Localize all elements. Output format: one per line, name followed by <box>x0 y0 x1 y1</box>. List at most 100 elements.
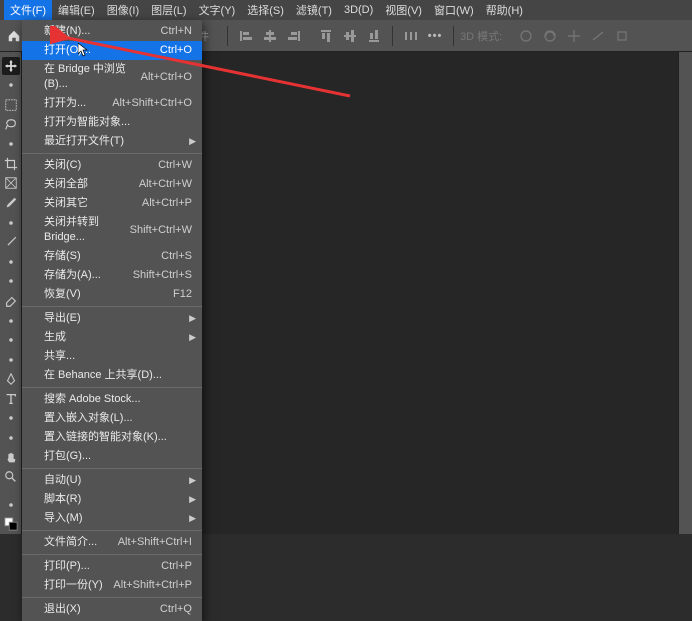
menu-item[interactable]: 在 Behance 上共享(D)... <box>22 366 202 385</box>
menu-0[interactable]: 文件(F) <box>4 0 52 20</box>
menu-8[interactable]: 视图(V) <box>379 0 428 20</box>
menu-item-label: 退出(X) <box>44 602 81 617</box>
submenu-arrow-icon: ▶ <box>189 311 196 326</box>
menu-5[interactable]: 选择(S) <box>241 0 290 20</box>
3d-slide-icon[interactable] <box>587 25 609 47</box>
zoom-tool[interactable] <box>2 468 20 486</box>
menu-item[interactable]: 打开(O)...Ctrl+O <box>22 41 202 60</box>
more-align-icon[interactable]: ••• <box>424 25 446 47</box>
object-select-tool[interactable] <box>2 135 20 153</box>
menu-item[interactable]: 脚本(R)▶ <box>22 490 202 509</box>
menu-item[interactable]: 最近打开文件(T)▶ <box>22 132 202 151</box>
menu-item[interactable]: 置入链接的智能对象(K)... <box>22 428 202 447</box>
menu-4[interactable]: 文字(Y) <box>193 0 242 20</box>
3d-scale-icon[interactable] <box>611 25 633 47</box>
blur-tool[interactable] <box>2 331 20 349</box>
marquee-tool[interactable] <box>2 96 20 114</box>
clone-stamp-tool[interactable] <box>2 253 20 271</box>
separator <box>227 26 228 46</box>
edit-toolbar[interactable] <box>2 496 20 514</box>
menu-item[interactable]: 共享... <box>22 347 202 366</box>
type-tool[interactable] <box>2 390 20 408</box>
align-bottom-icon[interactable] <box>363 25 385 47</box>
menu-9[interactable]: 窗口(W) <box>428 0 480 20</box>
menu-item[interactable]: 导入(M)▶ <box>22 509 202 528</box>
menu-7[interactable]: 3D(D) <box>338 2 379 18</box>
menu-item[interactable]: 退出(X)Ctrl+Q <box>22 600 202 619</box>
lasso-tool[interactable] <box>2 116 20 134</box>
menu-item[interactable]: 文件简介... Alt+Shift+Ctrl+I <box>22 533 202 552</box>
menu-item[interactable]: 关闭并转到 Bridge...Shift+Ctrl+W <box>22 213 202 247</box>
hand-tool[interactable] <box>2 449 20 467</box>
menu-item[interactable]: 置入嵌入对象(L)... <box>22 409 202 428</box>
menu-item[interactable]: 关闭(C) Ctrl+W <box>22 156 202 175</box>
menu-shortcut: Shift+Ctrl+S <box>133 268 192 283</box>
menu-6[interactable]: 滤镜(T) <box>290 0 338 20</box>
menu-item[interactable]: 打印(P)...Ctrl+P <box>22 557 202 576</box>
menu-item-label: 共享... <box>44 349 75 364</box>
menu-shortcut: Ctrl+N <box>161 24 192 39</box>
healing-brush-tool[interactable] <box>2 214 20 232</box>
rectangle-tool[interactable] <box>2 429 20 447</box>
menu-item-label: 关闭(C) <box>44 158 81 173</box>
menu-item[interactable]: 打包(G)... <box>22 447 202 466</box>
menu-item-label: 关闭全部 <box>44 177 88 192</box>
brush-tool[interactable] <box>2 233 20 251</box>
gradient-tool[interactable] <box>2 312 20 330</box>
menu-item[interactable]: 搜索 Adobe Stock... <box>22 390 202 409</box>
menu-10[interactable]: 帮助(H) <box>480 0 529 20</box>
menu-shortcut: Alt+Ctrl+W <box>139 177 192 192</box>
menu-item[interactable]: 导出(E)▶ <box>22 309 202 328</box>
distribute-h-icon[interactable] <box>400 25 422 47</box>
menu-item[interactable]: 关闭全部 Alt+Ctrl+W <box>22 175 202 194</box>
align-center-v-icon[interactable] <box>339 25 361 47</box>
menu-item-label: 导入(M) <box>44 511 83 526</box>
path-select-tool[interactable] <box>2 410 20 428</box>
menu-item-label: 置入链接的智能对象(K)... <box>44 430 167 445</box>
menu-item[interactable]: 生成▶ <box>22 328 202 347</box>
align-top-icon[interactable] <box>315 25 337 47</box>
menu-shortcut: Alt+Shift+Ctrl+I <box>118 535 192 550</box>
3d-mode-label: 3D 模式: <box>460 28 502 44</box>
menu-shortcut: Alt+Ctrl+O <box>141 70 192 85</box>
toolbox <box>0 52 22 534</box>
crop-tool[interactable] <box>2 155 20 173</box>
3d-pan-icon[interactable] <box>563 25 585 47</box>
artboard-tool[interactable] <box>2 77 20 95</box>
align-right-icon[interactable] <box>283 25 305 47</box>
menu-2[interactable]: 图像(I) <box>101 0 145 20</box>
pen-tool[interactable] <box>2 371 20 389</box>
menu-item-label: 搜索 Adobe Stock... <box>44 392 141 407</box>
menu-shortcut: Ctrl+W <box>158 158 192 173</box>
menu-item[interactable]: 新建(N)...Ctrl+N <box>22 22 202 41</box>
menu-item-label: 打开为... <box>44 96 86 111</box>
menu-item[interactable]: 自动(U)▶ <box>22 471 202 490</box>
foreground-background[interactable] <box>2 516 20 534</box>
menu-item[interactable]: 关闭其它Alt+Ctrl+P <box>22 194 202 213</box>
align-left-icon[interactable] <box>235 25 257 47</box>
menu-3[interactable]: 图层(L) <box>145 0 192 20</box>
dodge-tool[interactable] <box>2 351 20 369</box>
3d-orbit-icon[interactable] <box>515 25 537 47</box>
eyedropper-tool[interactable] <box>2 194 20 212</box>
menu-item[interactable]: 打开为智能对象... <box>22 113 202 132</box>
menu-item[interactable]: 打印一份(Y)Alt+Shift+Ctrl+P <box>22 576 202 595</box>
frame-tool[interactable] <box>2 175 20 193</box>
menu-item-label: 关闭并转到 Bridge... <box>44 215 130 245</box>
menu-item-label: 打印(P)... <box>44 559 90 574</box>
right-panel-collapsed[interactable] <box>678 52 692 534</box>
move-tool[interactable] <box>2 57 20 75</box>
3d-roll-icon[interactable] <box>539 25 561 47</box>
menu-item[interactable]: 打开为...Alt+Shift+Ctrl+O <box>22 94 202 113</box>
home-button[interactable] <box>6 28 22 44</box>
eraser-tool[interactable] <box>2 292 20 310</box>
history-brush-tool[interactable] <box>2 273 20 291</box>
menu-item-label: 在 Behance 上共享(D)... <box>44 368 162 383</box>
menu-item[interactable]: 存储为(A)...Shift+Ctrl+S <box>22 266 202 285</box>
menu-item[interactable]: 在 Bridge 中浏览(B)...Alt+Ctrl+O <box>22 60 202 94</box>
menu-item-label: 文件简介... <box>44 535 97 550</box>
menu-item[interactable]: 存储(S)Ctrl+S <box>22 247 202 266</box>
menu-item[interactable]: 恢复(V)F12 <box>22 285 202 304</box>
menu-1[interactable]: 编辑(E) <box>52 0 101 20</box>
align-center-h-icon[interactable] <box>259 25 281 47</box>
